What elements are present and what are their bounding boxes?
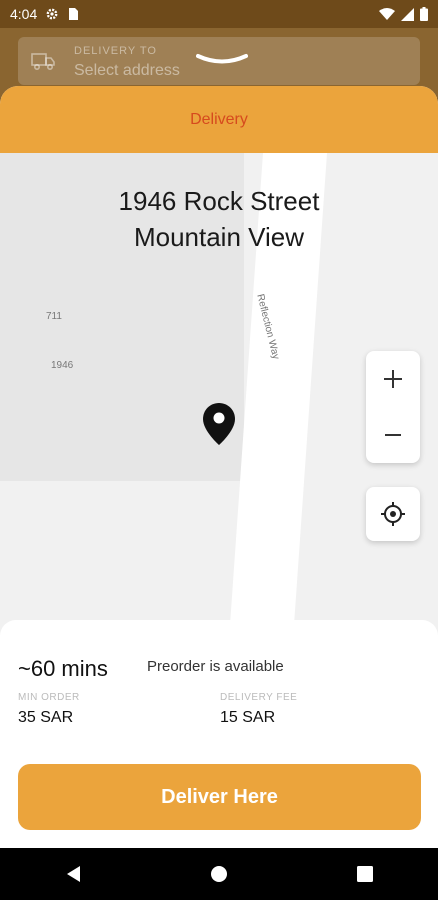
zoom-out-icon <box>385 434 401 436</box>
deliver-here-button[interactable]: Deliver Here <box>18 764 421 830</box>
address-selector[interactable]: DELIVERY TO Select address <box>18 37 420 85</box>
map-pin-icon <box>203 403 235 445</box>
zoom-in-icon <box>384 370 402 388</box>
delivery-fee-value: 15 SAR <box>220 709 276 726</box>
min-order-value: 35 SAR <box>18 709 74 726</box>
home-icon <box>211 866 227 882</box>
back-button[interactable] <box>43 854 103 894</box>
battery-icon <box>420 7 428 21</box>
status-time: 4:04 <box>10 6 38 22</box>
map-address-title: 1946 Rock Street Mountain View <box>0 183 438 255</box>
zoom-controls <box>366 351 420 463</box>
map-building-number: 711 <box>46 311 62 322</box>
tab-delivery-label: Delivery <box>190 110 248 128</box>
signal-icon <box>401 7 414 21</box>
map-building-number: 1946 <box>51 360 74 371</box>
address-placeholder: Select address <box>74 62 180 79</box>
address-line-1: 1946 Rock Street <box>118 186 320 216</box>
delivery-info-panel: ~60 mins Preorder is available MIN ORDER… <box>0 620 438 848</box>
delivery-fee-label: DELIVERY FEE <box>220 692 298 703</box>
tab-delivery[interactable]: Delivery <box>0 86 438 153</box>
wifi-icon <box>379 7 395 20</box>
map-view[interactable]: Reflection Way 711 1946 1946 Rock Street… <box>0 153 438 633</box>
sim-icon <box>69 8 79 20</box>
truck-icon <box>31 53 55 71</box>
min-order-label: MIN ORDER <box>18 692 80 703</box>
status-bar: 4:04 <box>0 0 438 28</box>
address-line-2: Mountain View <box>133 222 305 252</box>
zoom-in-button[interactable] <box>366 351 420 407</box>
home-button[interactable] <box>189 854 249 894</box>
my-location-button[interactable] <box>366 487 420 541</box>
chevron-down-icon[interactable] <box>196 53 248 69</box>
preorder-text: Preorder is available <box>147 658 284 675</box>
delivery-to-label: DELIVERY TO <box>74 45 157 57</box>
locate-icon <box>381 502 405 526</box>
gear-icon <box>46 8 58 20</box>
recents-button[interactable] <box>335 854 395 894</box>
zoom-out-button[interactable] <box>366 407 420 463</box>
recents-icon <box>357 866 373 882</box>
eta-value: ~60 mins <box>18 656 108 681</box>
system-nav-bar <box>0 848 438 900</box>
back-icon <box>67 866 80 882</box>
